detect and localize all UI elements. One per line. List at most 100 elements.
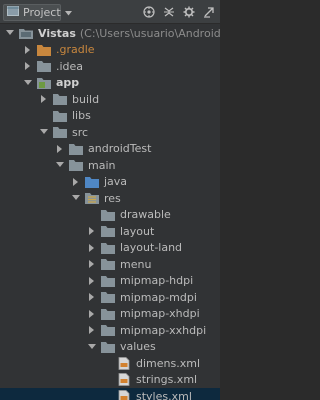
tree-item-label: mipmap-hdpi: [120, 274, 194, 288]
folder-icon: [100, 274, 116, 288]
tree-item-mipmap-xhdpi[interactable]: mipmap-xhdpi: [0, 306, 220, 323]
tree-item-src[interactable]: src: [0, 124, 220, 141]
tree-item-label: styles.xml: [136, 389, 192, 400]
tree-item-drawable[interactable]: drawable: [0, 207, 220, 224]
tree-item-label: main: [88, 158, 116, 172]
tree-item-label: .idea: [56, 59, 84, 73]
tree-item-label: layout: [120, 224, 155, 238]
folder-icon: [100, 290, 116, 304]
xml-file-icon: [116, 356, 132, 370]
arrow-placeholder: [103, 358, 113, 368]
tree-item-strings-xml[interactable]: strings.xml: [0, 372, 220, 389]
hide-icon[interactable]: [202, 5, 216, 19]
collapsed-arrow-icon[interactable]: [87, 309, 97, 319]
folder-icon: [100, 323, 116, 337]
tree-item-main[interactable]: main: [0, 157, 220, 174]
tree-item-styles-xml[interactable]: styles.xml: [0, 388, 220, 400]
tree-item-label: java: [104, 175, 128, 189]
tree-item-gradle[interactable]: .gradle: [0, 42, 220, 59]
folder-icon: [100, 241, 116, 255]
tree-item-label: mipmap-xhdpi: [120, 307, 200, 321]
source-folder-icon: [84, 175, 100, 189]
xml-file-icon: [116, 389, 132, 400]
tree-item-build[interactable]: build: [0, 91, 220, 108]
collapsed-arrow-icon[interactable]: [87, 226, 97, 236]
folder-icon: [100, 257, 116, 271]
collapse-icon[interactable]: [162, 5, 176, 19]
expanded-arrow-icon[interactable]: [5, 28, 15, 38]
tree-item-dimens-xml[interactable]: dimens.xml: [0, 355, 220, 372]
tree-item-libs[interactable]: libs: [0, 108, 220, 125]
tree-item-label: res: [104, 191, 121, 205]
tree-item-java[interactable]: java: [0, 174, 220, 191]
tree-item-app[interactable]: app: [0, 75, 220, 92]
collapsed-arrow-icon[interactable]: [23, 61, 33, 71]
resource-folder-icon: [84, 191, 100, 205]
folder-icon: [52, 92, 68, 106]
tree-item-label: androidTest: [88, 142, 152, 156]
folder-icon: [52, 109, 68, 123]
tree-item-label: mipmap-mdpi: [120, 290, 197, 304]
collapsed-arrow-icon[interactable]: [55, 144, 65, 154]
tree-item-mipmap-mdpi[interactable]: mipmap-mdpi: [0, 289, 220, 306]
collapsed-arrow-icon[interactable]: [87, 292, 97, 302]
expanded-arrow-icon[interactable]: [55, 160, 65, 170]
module-folder-icon: [36, 76, 52, 90]
tree-item-label: layout-land: [120, 241, 183, 255]
xml-file-icon: [116, 373, 132, 387]
folder-icon: [36, 59, 52, 73]
project-tree: Vistas (C:\Users\usuario\AndroidStudioPr…: [0, 24, 220, 400]
collapsed-arrow-icon[interactable]: [87, 259, 97, 269]
tree-item-mipmap-hdpi[interactable]: mipmap-hdpi: [0, 273, 220, 290]
arrow-placeholder: [103, 391, 113, 400]
gear-icon[interactable]: [182, 5, 196, 19]
root-name: Vistas: [38, 26, 76, 40]
tree-item-label: drawable: [120, 208, 171, 222]
folder-icon: [52, 125, 68, 139]
tree-root-vistas[interactable]: Vistas (C:\Users\usuario\AndroidStudioPr: [0, 25, 220, 42]
tree-item-label: mipmap-xxhdpi: [120, 323, 207, 337]
excluded-folder-icon: [36, 43, 52, 57]
tree-item-label: .gradle: [56, 43, 95, 57]
tree-item-menu[interactable]: menu: [0, 256, 220, 273]
folder-icon: [100, 307, 116, 321]
sync-icon[interactable]: [142, 5, 156, 19]
arrow-placeholder: [103, 375, 113, 385]
project-view-selector[interactable]: Project: [3, 4, 72, 21]
collapsed-arrow-icon[interactable]: [87, 325, 97, 335]
tree-item-label: dimens.xml: [136, 356, 201, 370]
tree-item-idea[interactable]: .idea: [0, 58, 220, 75]
tree-item-label: menu: [120, 257, 152, 271]
tree-item-layout-land[interactable]: layout-land: [0, 240, 220, 257]
expanded-arrow-icon[interactable]: [71, 193, 81, 203]
tree-item-label: src: [72, 125, 89, 139]
collapsed-arrow-icon[interactable]: [87, 276, 97, 286]
project-toolbar: Project: [0, 0, 220, 24]
collapsed-arrow-icon[interactable]: [39, 94, 49, 104]
collapsed-arrow-icon[interactable]: [23, 45, 33, 55]
project-icon: [7, 6, 19, 19]
project-folder-icon: [18, 26, 34, 40]
tree-item-label: build: [72, 92, 100, 106]
tree-item-label: app: [56, 76, 80, 90]
arrow-placeholder: [87, 210, 97, 220]
tree-item-androidtest[interactable]: androidTest: [0, 141, 220, 158]
dropdown-icon: [64, 6, 72, 19]
folder-icon: [100, 208, 116, 222]
tree-item-layout[interactable]: layout: [0, 223, 220, 240]
expanded-arrow-icon[interactable]: [39, 127, 49, 137]
folder-icon: [68, 158, 84, 172]
tree-item-label: values: [120, 340, 156, 354]
arrow-placeholder: [39, 111, 49, 121]
collapsed-arrow-icon[interactable]: [87, 243, 97, 253]
tree-item-label: libs: [72, 109, 91, 123]
tree-item-mipmap-xxhdpi[interactable]: mipmap-xxhdpi: [0, 322, 220, 339]
tree-item-res[interactable]: res: [0, 190, 220, 207]
tree-item-values[interactable]: values: [0, 339, 220, 356]
root-path: (C:\Users\usuario\AndroidStudioPr: [79, 26, 220, 40]
expanded-arrow-icon[interactable]: [87, 342, 97, 352]
collapsed-arrow-icon[interactable]: [71, 177, 81, 187]
folder-icon: [100, 340, 116, 354]
folder-icon: [100, 224, 116, 238]
expanded-arrow-icon[interactable]: [23, 78, 33, 88]
